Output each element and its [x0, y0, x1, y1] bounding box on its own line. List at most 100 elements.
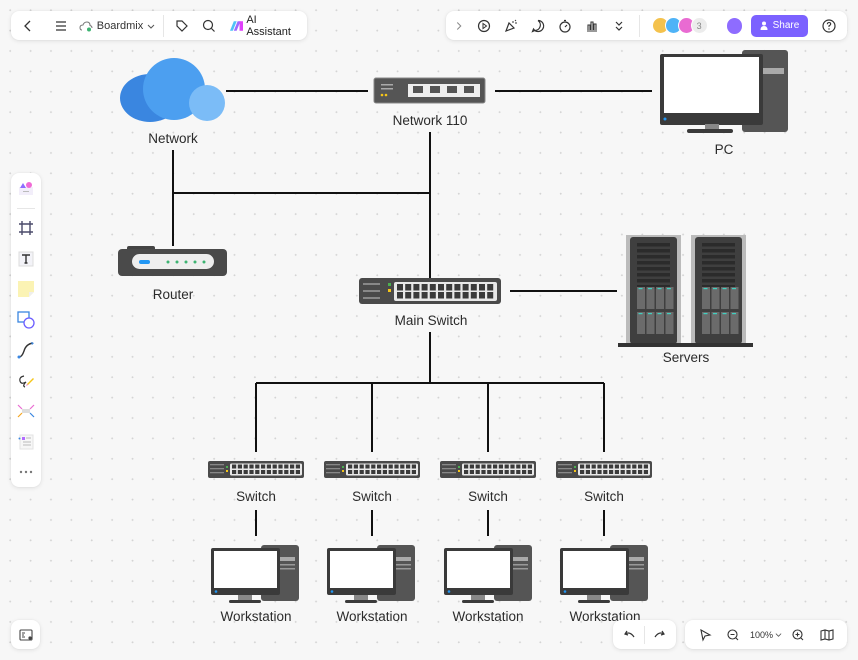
port: [394, 470, 399, 474]
port: [637, 255, 670, 259]
port: [411, 464, 416, 469]
undo-button[interactable]: [618, 623, 642, 647]
port: [371, 464, 376, 469]
node-label-workstation-1[interactable]: Workstation: [220, 609, 291, 624]
port: [237, 470, 242, 474]
switch-3-icon[interactable]: [440, 461, 536, 478]
collaborator-count[interactable]: 3: [690, 17, 708, 34]
collaborators[interactable]: 3: [648, 17, 708, 34]
help-button[interactable]: [818, 14, 841, 38]
port: [732, 288, 736, 290]
port: [722, 313, 727, 315]
port: [400, 470, 405, 474]
workstation-1-icon[interactable]: [211, 545, 299, 603]
switch-1-icon[interactable]: [208, 461, 304, 478]
node-label-switch-3[interactable]: Switch: [468, 489, 508, 504]
port: [638, 464, 643, 469]
port: [648, 313, 652, 315]
present-button[interactable]: [472, 14, 495, 38]
outline-button[interactable]: [14, 623, 38, 647]
timer-button[interactable]: [553, 14, 576, 38]
port: [597, 464, 602, 469]
node-label-switch-1[interactable]: Switch: [236, 489, 276, 504]
node-label-pc[interactable]: PC: [715, 142, 734, 157]
zoom-in-button[interactable]: [786, 623, 810, 647]
chevron-right-icon: [456, 21, 462, 30]
port: [295, 470, 300, 474]
user-avatar[interactable]: [725, 16, 744, 35]
sticky-note-tool[interactable]: [15, 278, 37, 300]
port: [732, 313, 736, 315]
pc-icon[interactable]: [660, 50, 788, 133]
port: [232, 464, 237, 469]
port: [638, 288, 643, 290]
mindmap-tool[interactable]: [15, 400, 37, 422]
text-tool[interactable]: [15, 248, 37, 270]
port: [730, 287, 739, 309]
share-label: Share: [772, 20, 800, 31]
more-tools-tool[interactable]: [15, 431, 37, 453]
port: [702, 255, 735, 259]
cloud-icon[interactable]: [120, 58, 225, 122]
board-name-dropdown[interactable]: Boardmix: [79, 20, 155, 32]
search-button[interactable]: [197, 14, 220, 38]
diagram-canvas[interactable]: [0, 0, 858, 660]
port: [406, 464, 411, 469]
node-label-workstation-3[interactable]: Workstation: [452, 609, 523, 624]
port: [382, 470, 387, 474]
board-name: Boardmix: [96, 19, 144, 32]
connector-tool[interactable]: [15, 339, 37, 361]
port: [353, 470, 358, 474]
back-button[interactable]: [17, 14, 40, 38]
templates-tool[interactable]: [15, 177, 37, 199]
port: [703, 313, 708, 315]
main-switch-icon[interactable]: [359, 278, 501, 304]
node-label-router[interactable]: Router: [153, 287, 194, 302]
port: [632, 464, 637, 469]
collapse-toolbar-button[interactable]: [452, 14, 466, 38]
ellipsis-icon: [19, 470, 33, 474]
switch-2-icon[interactable]: [324, 461, 420, 478]
comment-button[interactable]: [526, 14, 549, 38]
node-label-network110[interactable]: Network 110: [393, 113, 468, 128]
node-label-servers[interactable]: Servers: [663, 350, 710, 365]
port: [438, 292, 444, 299]
zoom-level-dropdown[interactable]: 100%: [750, 630, 782, 640]
port: [702, 243, 735, 247]
workstation-2-icon[interactable]: [327, 545, 415, 603]
more-button[interactable]: [15, 461, 37, 483]
redo-button[interactable]: [647, 623, 671, 647]
switch-4-icon[interactable]: [556, 461, 652, 478]
network110-switch-icon[interactable]: [373, 77, 486, 104]
port: [371, 470, 376, 474]
node-label-network[interactable]: Network: [148, 131, 198, 146]
port: [261, 464, 266, 469]
port: [637, 249, 670, 253]
select-tool-button[interactable]: [693, 623, 717, 647]
node-label-main-switch[interactable]: Main Switch: [395, 313, 468, 328]
workstation-3-icon[interactable]: [444, 545, 532, 603]
workstation-4-icon[interactable]: [560, 545, 648, 603]
port: [510, 464, 515, 469]
node-label-switch-2[interactable]: Switch: [352, 489, 392, 504]
more-tools-button[interactable]: [608, 14, 631, 38]
menu-button[interactable]: [50, 14, 73, 38]
router-icon[interactable]: [118, 246, 227, 276]
tag-button[interactable]: [170, 14, 193, 38]
node-label-workstation-2[interactable]: Workstation: [336, 609, 407, 624]
vote-button[interactable]: [580, 14, 603, 38]
servers-icon[interactable]: [618, 235, 753, 347]
ai-assistant-button[interactable]: AI Assistant: [229, 14, 301, 38]
port: [464, 470, 469, 474]
port: [479, 292, 485, 299]
minimap-button[interactable]: [815, 623, 839, 647]
zoom-out-button[interactable]: [721, 623, 745, 647]
frame-tool[interactable]: [15, 217, 37, 239]
shape-tool[interactable]: [15, 309, 37, 331]
node-label-switch-4[interactable]: Switch: [584, 489, 624, 504]
pen-tool[interactable]: [15, 370, 37, 392]
search-icon: [202, 19, 215, 32]
share-button[interactable]: Share: [751, 14, 808, 37]
celebrate-button[interactable]: [499, 14, 522, 38]
port: [637, 312, 645, 334]
